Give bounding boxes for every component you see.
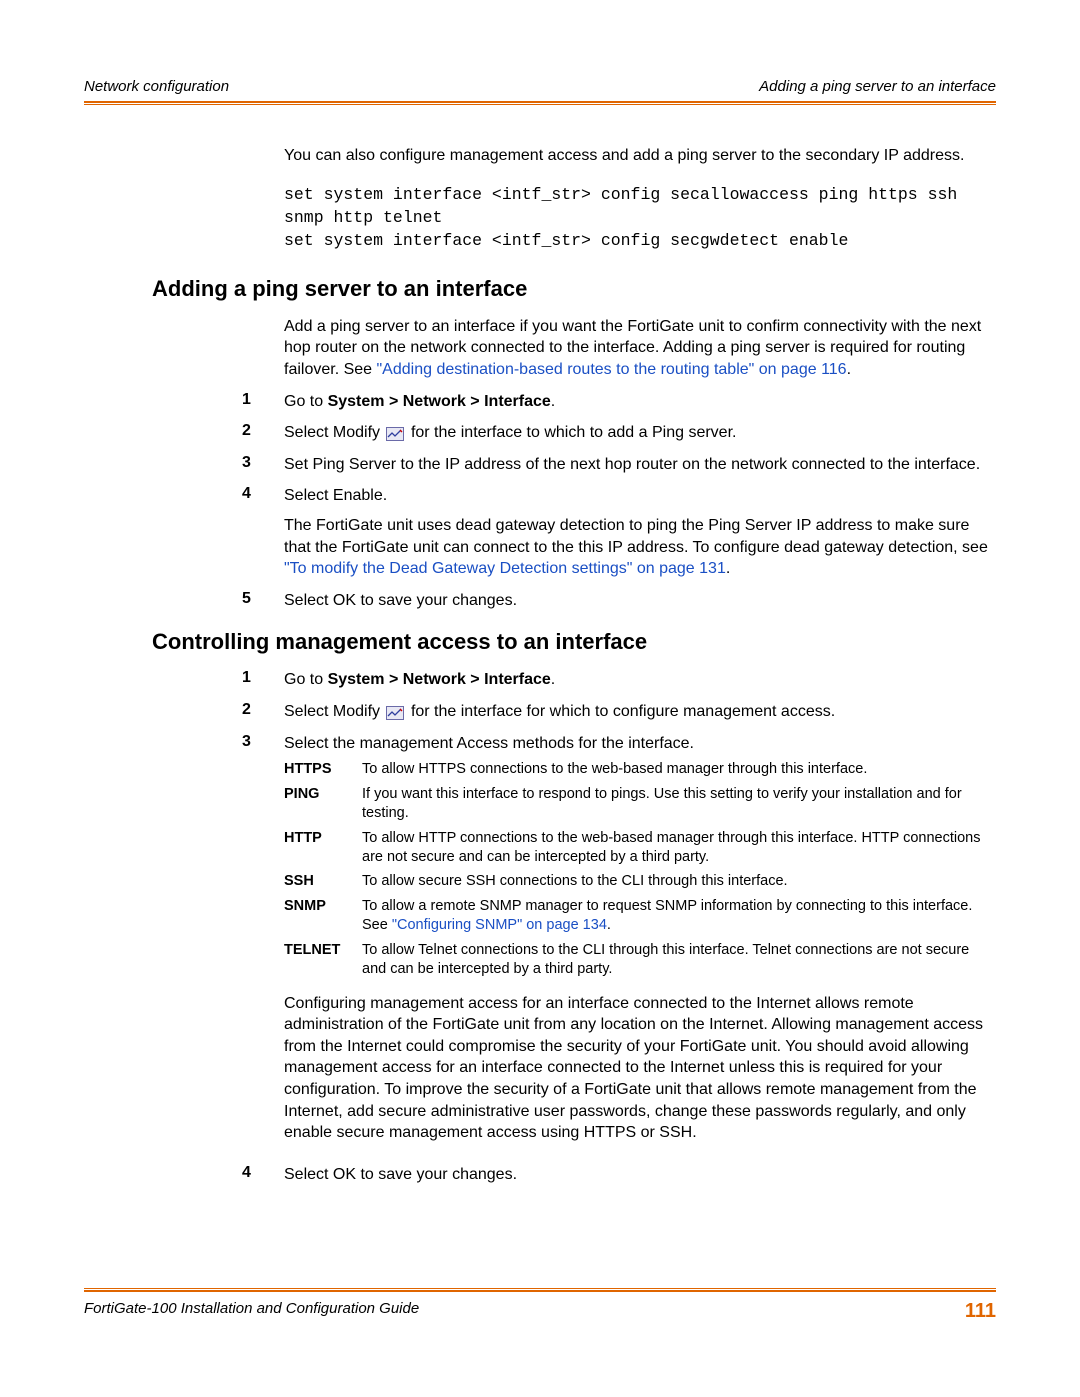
- step-b4: 4 Select OK to save your changes.: [284, 1164, 990, 1186]
- step-number: 4: [242, 1164, 284, 1186]
- step-b2-before: Select Modify: [284, 703, 384, 720]
- step-b3: 3 Select the management Access methods f…: [284, 733, 990, 1154]
- step-a4: 4 Select Enable. The FortiGate unit uses…: [284, 485, 990, 579]
- access-desc: To allow HTTPS connections to the web-ba…: [362, 760, 990, 779]
- intro-paragraph: You can also configure management access…: [284, 145, 990, 167]
- access-row-snmp: SNMP To allow a remote SNMP manager to r…: [284, 897, 990, 935]
- step-number: 1: [242, 391, 284, 413]
- header-rule-thin: [84, 104, 996, 105]
- access-row-telnet: TELNET To allow Telnet connections to th…: [284, 941, 990, 979]
- step-number: 2: [242, 422, 284, 444]
- header-right: Adding a ping server to an interface: [759, 78, 996, 95]
- access-methods-table: HTTPS To allow HTTPS connections to the …: [284, 760, 990, 978]
- page-number: 111: [965, 1300, 996, 1323]
- step-a4-sub-after: .: [726, 560, 730, 577]
- access-desc: To allow Telnet connections to the CLI t…: [362, 941, 990, 979]
- access-label: SNMP: [284, 897, 362, 935]
- step-b1: 1 Go to System > Network > Interface.: [284, 669, 990, 691]
- step-a1: 1 Go to System > Network > Interface.: [284, 391, 990, 413]
- step-number: 3: [242, 733, 284, 1154]
- step-a1-path: System > Network > Interface: [328, 393, 551, 410]
- step-b1-suffix: .: [551, 671, 555, 688]
- header-left: Network configuration: [84, 78, 229, 95]
- modify-icon: [386, 705, 404, 719]
- step-a4-text: Select Enable.: [284, 485, 990, 507]
- step-number: 3: [242, 454, 284, 476]
- link-routing-table[interactable]: "Adding destination-based routes to the …: [377, 361, 847, 378]
- section-b-heading: Controlling management access to an inte…: [152, 629, 996, 655]
- access-label: HTTPS: [284, 760, 362, 779]
- step-a1-suffix: .: [551, 393, 555, 410]
- access-label: HTTP: [284, 829, 362, 867]
- code-block: set system interface <intf_str> config s…: [284, 183, 990, 252]
- footer-rule-thin: [84, 1288, 996, 1289]
- step-a4-sub: The FortiGate unit uses dead gateway det…: [284, 515, 990, 580]
- section-a-heading: Adding a ping server to an interface: [152, 276, 996, 302]
- step-b2-after: for the interface for which to configure…: [411, 703, 835, 720]
- page-footer: FortiGate-100 Installation and Configura…: [84, 1288, 996, 1323]
- step-a3-text: Set Ping Server to the IP address of the…: [284, 454, 990, 476]
- access-row-ssh: SSH To allow secure SSH connections to t…: [284, 872, 990, 891]
- access-row-https: HTTPS To allow HTTPS connections to the …: [284, 760, 990, 779]
- link-dead-gateway[interactable]: "To modify the Dead Gateway Detection se…: [284, 560, 726, 577]
- step-a3: 3 Set Ping Server to the IP address of t…: [284, 454, 990, 476]
- modify-icon: [386, 426, 404, 440]
- step-number: 4: [242, 485, 284, 579]
- step-number: 1: [242, 669, 284, 691]
- access-label: PING: [284, 785, 362, 823]
- step-b4-text: Select OK to save your changes.: [284, 1164, 990, 1186]
- step-b1-prefix: Go to: [284, 671, 328, 688]
- access-snmp-after: .: [607, 917, 611, 933]
- access-row-http: HTTP To allow HTTP connections to the we…: [284, 829, 990, 867]
- step-a2-after: for the interface to which to add a Ping…: [411, 424, 737, 441]
- step-a5: 5 Select OK to save your changes.: [284, 590, 990, 612]
- step-a2-before: Select Modify: [284, 424, 384, 441]
- access-desc: If you want this interface to respond to…: [362, 785, 990, 823]
- access-desc: To allow HTTP connections to the web-bas…: [362, 829, 990, 867]
- footer-left: FortiGate-100 Installation and Configura…: [84, 1300, 419, 1323]
- section-b-after-para: Configuring management access for an int…: [284, 993, 990, 1144]
- step-a2: 2 Select Modify for the interface to whi…: [284, 422, 990, 444]
- step-a5-text: Select OK to save your changes.: [284, 590, 990, 612]
- step-b1-path: System > Network > Interface: [328, 671, 551, 688]
- step-number: 2: [242, 701, 284, 723]
- link-configuring-snmp[interactable]: "Configuring SNMP" on page 134: [392, 917, 607, 933]
- step-a4-sub-before: The FortiGate unit uses dead gateway det…: [284, 517, 988, 556]
- access-desc: To allow a remote SNMP manager to reques…: [362, 897, 990, 935]
- access-row-ping: PING If you want this interface to respo…: [284, 785, 990, 823]
- section-a-steps: 1 Go to System > Network > Interface. 2 …: [284, 391, 990, 612]
- step-b2: 2 Select Modify for the interface for wh…: [284, 701, 990, 723]
- access-label: SSH: [284, 872, 362, 891]
- access-desc: To allow secure SSH connections to the C…: [362, 872, 990, 891]
- step-number: 5: [242, 590, 284, 612]
- access-label: TELNET: [284, 941, 362, 979]
- header-rule-thick: [84, 101, 996, 103]
- section-b-steps-top: 1 Go to System > Network > Interface. 2 …: [284, 669, 990, 1185]
- section-a-intro: Add a ping server to an interface if you…: [284, 316, 990, 381]
- step-a1-prefix: Go to: [284, 393, 328, 410]
- step-b3-text: Select the management Access methods for…: [284, 733, 990, 755]
- section-a-intro-after: .: [847, 361, 851, 378]
